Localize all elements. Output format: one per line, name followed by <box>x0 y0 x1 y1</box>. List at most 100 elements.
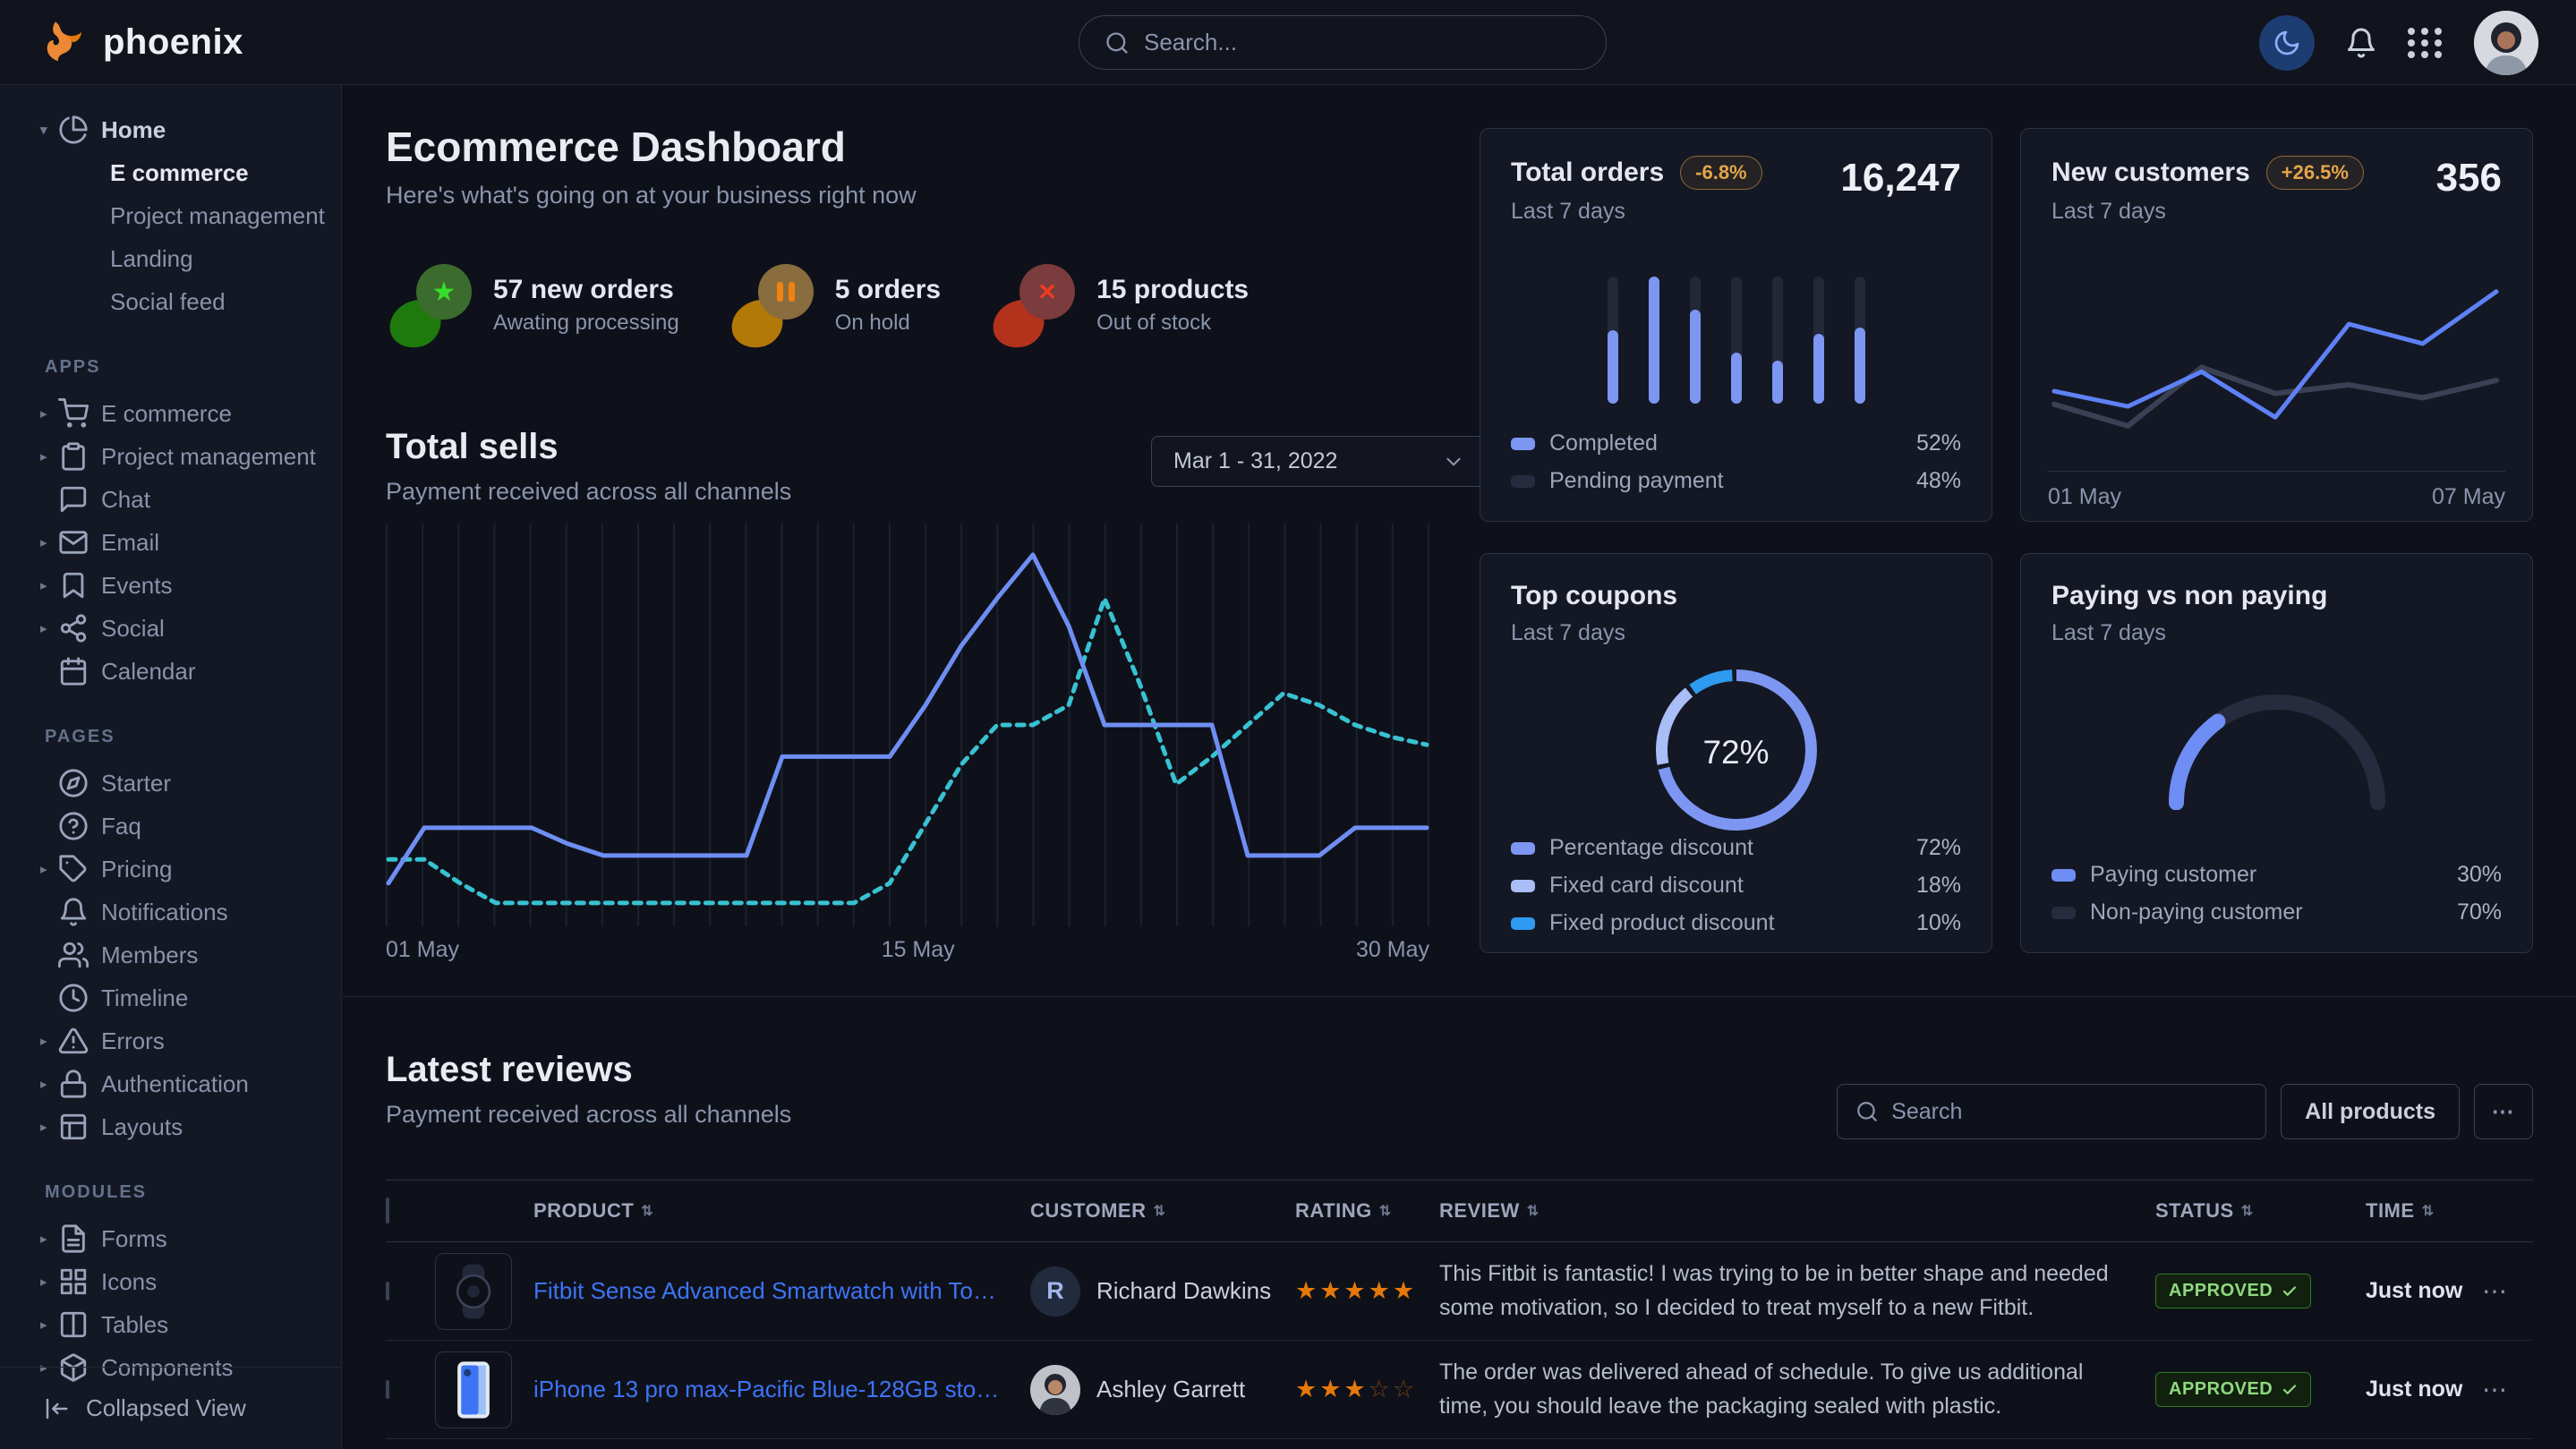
sidebar-item-calendar[interactable]: Calendar <box>0 650 341 693</box>
product-thumbnail[interactable] <box>435 1253 512 1330</box>
review-text: The order was delivered ahead of schedul… <box>1439 1356 2155 1423</box>
new-customers-line-chart <box>2051 243 2502 471</box>
legend-swatch <box>1511 438 1535 450</box>
chat-icon <box>58 484 89 515</box>
column-header-review[interactable]: REVIEW⇅ <box>1439 1199 2155 1223</box>
sidebar-item-faq[interactable]: Faq <box>0 805 341 848</box>
column-header-status[interactable]: STATUS⇅ <box>2155 1199 2366 1223</box>
all-products-button[interactable]: All products <box>2281 1084 2460 1139</box>
row-checkbox[interactable] <box>386 1282 389 1300</box>
sidebar-subitem-project-management[interactable]: Project management <box>0 194 341 237</box>
table-row[interactable]: iPhone 13 pro max-Pacific Blue-128GB sto… <box>386 1341 2533 1439</box>
table-header-row: PRODUCT⇅CUSTOMER⇅RATING⇅REVIEW⇅STATUS⇅TI… <box>386 1180 2533 1242</box>
reviews-more-button[interactable]: ⋯ <box>2474 1084 2533 1139</box>
sidebar-item-label: Forms <box>101 1225 167 1253</box>
sidebar-item-starter[interactable]: Starter <box>0 762 341 805</box>
stat-value: 15 products <box>1096 275 1249 305</box>
product-link[interactable]: Fitbit Sense Advanced Smartwatch with To… <box>533 1277 1030 1305</box>
sidebar-section-pages: PAGES <box>45 727 341 747</box>
sidebar-subitem-social-feed[interactable]: Social feed <box>0 280 341 323</box>
column-header-customer[interactable]: CUSTOMER⇅ <box>1030 1199 1295 1223</box>
sidebar-item-chat[interactable]: Chat <box>0 478 341 521</box>
column-header-rating[interactable]: RATING⇅ <box>1295 1199 1439 1223</box>
paying-legend: Paying customer30%Non-paying customer70% <box>2051 862 2502 925</box>
row-menu-button[interactable]: ⋯ <box>2482 1276 2533 1306</box>
top-coupons-donut-chart: 72% <box>1511 669 1961 835</box>
chevron-right-icon: ▸ <box>40 405 58 422</box>
sidebar-item-pricing[interactable]: ▸Pricing <box>0 848 341 891</box>
lock-icon <box>58 1069 89 1099</box>
review-text: This Fitbit is fantastic! I was trying t… <box>1439 1257 2155 1325</box>
customer-name: Richard Dawkins <box>1096 1277 1271 1305</box>
sidebar-item-social[interactable]: ▸Social <box>0 607 341 650</box>
order-bar <box>1608 277 1618 404</box>
legend-swatch <box>1511 880 1535 892</box>
columns-icon <box>58 1309 89 1340</box>
sidebar-item-email[interactable]: ▸Email <box>0 521 341 564</box>
customer-cell[interactable]: Ashley Garrett <box>1030 1365 1295 1415</box>
stat-value: 57 new orders <box>493 275 679 305</box>
total-orders-value: 16,247 <box>1840 156 1961 200</box>
legend-label: Fixed card discount <box>1549 873 1744 899</box>
clipboard-icon <box>58 441 89 472</box>
apps-menu-button[interactable] <box>2408 28 2444 58</box>
sort-icon: ⇅ <box>1154 1202 1166 1220</box>
sort-icon: ⇅ <box>1379 1202 1392 1220</box>
theme-toggle-button[interactable] <box>2259 15 2315 71</box>
sidebar-subitem-e-commerce[interactable]: E commerce <box>0 151 341 194</box>
chevron-down-icon <box>1442 450 1465 473</box>
sidebar-item-layouts[interactable]: ▸Layouts <box>0 1105 341 1148</box>
clock-icon <box>58 983 89 1013</box>
sidebar-item-project-management[interactable]: ▸Project management <box>0 435 341 478</box>
order-bar <box>1690 277 1701 404</box>
tag-icon <box>58 854 89 884</box>
order-bar <box>1731 277 1742 404</box>
brand[interactable]: phoenix <box>40 0 243 85</box>
select-all-checkbox[interactable] <box>386 1198 389 1223</box>
quick-stats: ★57 new ordersAwating processing5 orders… <box>389 262 1249 347</box>
table-row[interactable] <box>386 1439 2533 1449</box>
status-badge: APPROVED <box>2155 1372 2311 1407</box>
new-customers-card: New customers +26.5% Last 7 days 356 01 … <box>2020 128 2533 522</box>
table-row[interactable]: Fitbit Sense Advanced Smartwatch with To… <box>386 1242 2533 1341</box>
search-input[interactable] <box>1144 29 1581 56</box>
sidebar-item-icons[interactable]: ▸Icons <box>0 1260 341 1303</box>
reviews-subtitle: Payment received across all channels <box>386 1101 791 1129</box>
legend-swatch <box>1511 842 1535 855</box>
user-avatar[interactable] <box>2474 11 2538 75</box>
sidebar-item-members[interactable]: Members <box>0 933 341 976</box>
paying-gauge-chart <box>2051 689 2502 810</box>
collapse-sidebar-button[interactable]: Collapsed View <box>0 1367 341 1449</box>
reviews-search[interactable] <box>1837 1084 2266 1139</box>
customer-cell[interactable]: RRichard Dawkins <box>1030 1266 1295 1317</box>
sidebar-item-tables[interactable]: ▸Tables <box>0 1303 341 1346</box>
row-menu-button[interactable]: ⋯ <box>2482 1375 2533 1404</box>
sidebar-item-errors[interactable]: ▸Errors <box>0 1019 341 1062</box>
product-link[interactable]: iPhone 13 pro max-Pacific Blue-128GB sto… <box>533 1376 1030 1403</box>
legend-label: Paying customer <box>2090 862 2256 888</box>
top-navbar: phoenix <box>0 0 2576 85</box>
reviews-search-input[interactable] <box>1891 1099 2248 1125</box>
sidebar-item-notifications[interactable]: Notifications <box>0 891 341 933</box>
calendar-icon <box>58 656 89 686</box>
global-search[interactable] <box>1079 15 1607 70</box>
sort-icon: ⇅ <box>1527 1202 1540 1220</box>
sidebar-item-timeline[interactable]: Timeline <box>0 976 341 1019</box>
collapse-label: Collapsed View <box>86 1394 246 1422</box>
file-text-icon <box>58 1223 89 1254</box>
sidebar-item-forms[interactable]: ▸Forms <box>0 1217 341 1260</box>
sidebar-subitem-landing[interactable]: Landing <box>0 237 341 280</box>
moon-icon <box>2273 29 2301 57</box>
sidebar-item-events[interactable]: ▸Events <box>0 564 341 607</box>
sidebar-item-authentication[interactable]: ▸Authentication <box>0 1062 341 1105</box>
notifications-button[interactable] <box>2345 27 2377 59</box>
legend-value: 48% <box>1916 468 1961 494</box>
sidebar-item-e-commerce[interactable]: ▸E commerce <box>0 392 341 435</box>
product-thumbnail[interactable] <box>435 1351 512 1428</box>
date-range-select[interactable]: Mar 1 - 31, 2022 <box>1151 436 1488 487</box>
column-header-product[interactable]: PRODUCT⇅ <box>533 1199 1030 1223</box>
sidebar-item-home[interactable]: ▾Home <box>0 108 341 151</box>
row-checkbox[interactable] <box>386 1380 389 1399</box>
top-coupons-legend: Percentage discount72%Fixed card discoun… <box>1511 835 1961 936</box>
column-header-time[interactable]: TIME⇅ <box>2366 1199 2482 1223</box>
